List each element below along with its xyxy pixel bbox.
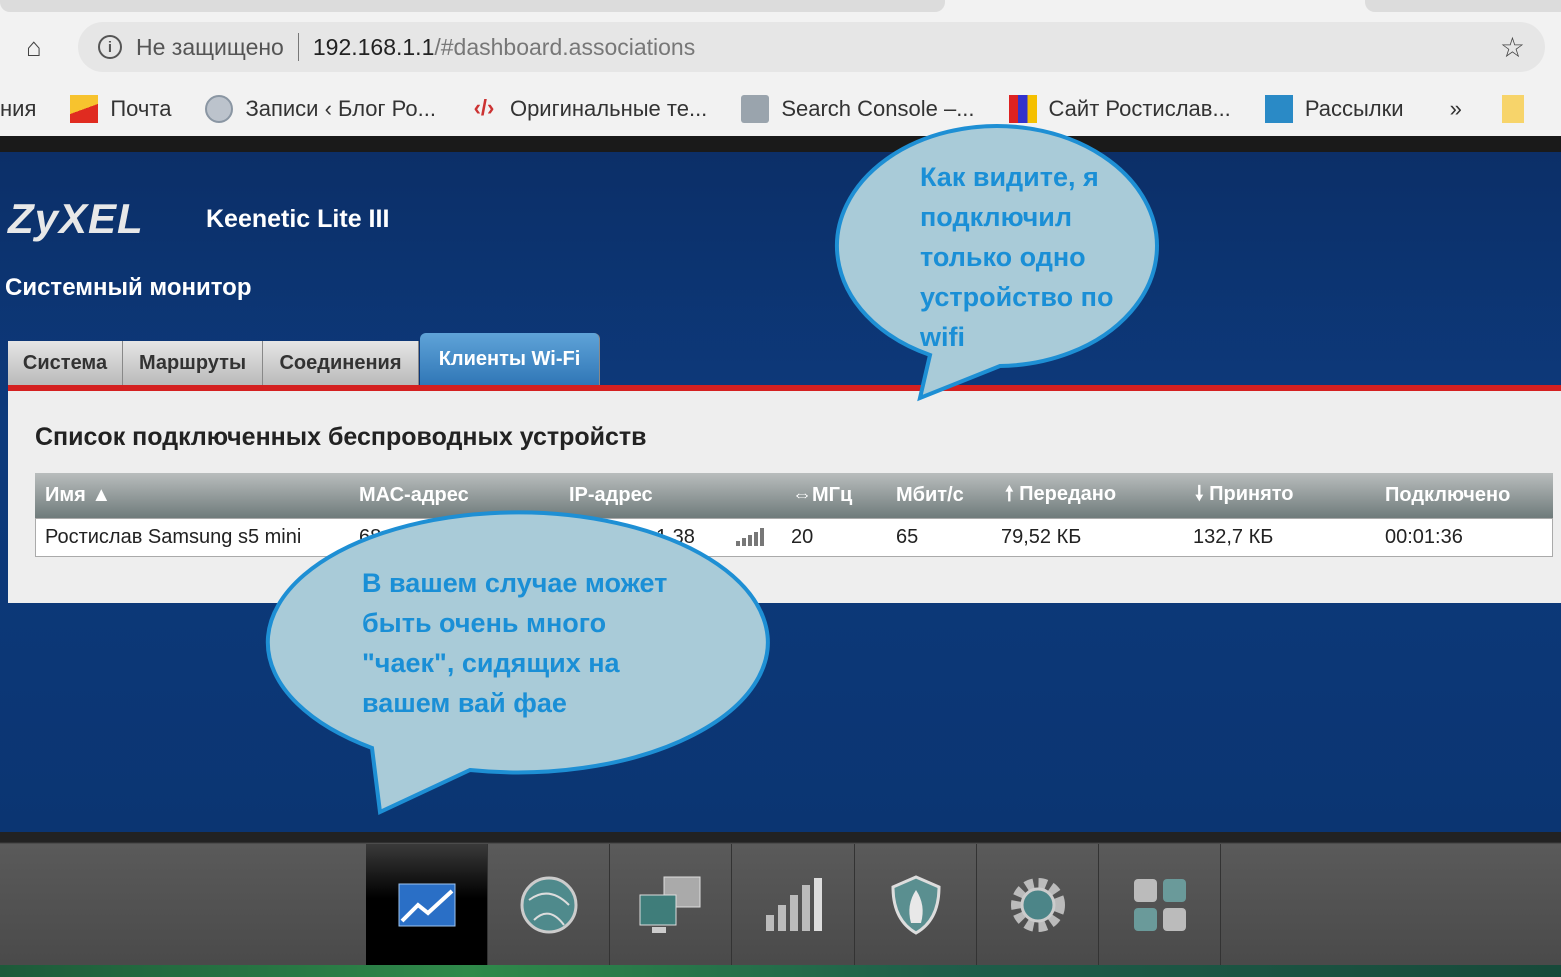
shield-icon (890, 874, 941, 935)
callout-bottom-text: В вашем случае может быть очень много "чае… (362, 568, 668, 718)
nav-system[interactable] (977, 844, 1099, 965)
globe-icon (520, 876, 577, 933)
taskbar-strip (0, 965, 1561, 977)
signal-icon (765, 877, 822, 931)
nav-monitor[interactable] (366, 844, 488, 965)
nav-home-network[interactable] (610, 844, 732, 965)
chart-icon (398, 883, 455, 926)
nav-internet[interactable] (488, 844, 610, 965)
nav-security[interactable] (855, 844, 977, 965)
gear-icon (1010, 877, 1065, 932)
apps-grid-icon (1133, 878, 1186, 931)
computers-icon (639, 876, 700, 933)
nav-apps[interactable] (1099, 844, 1221, 965)
callout-shapes (265, 124, 1159, 815)
callout-top-text: Как видите, я подключил только одно устройс… (920, 162, 1114, 352)
bottom-nav (0, 832, 1561, 965)
nav-wifi[interactable] (733, 844, 855, 965)
